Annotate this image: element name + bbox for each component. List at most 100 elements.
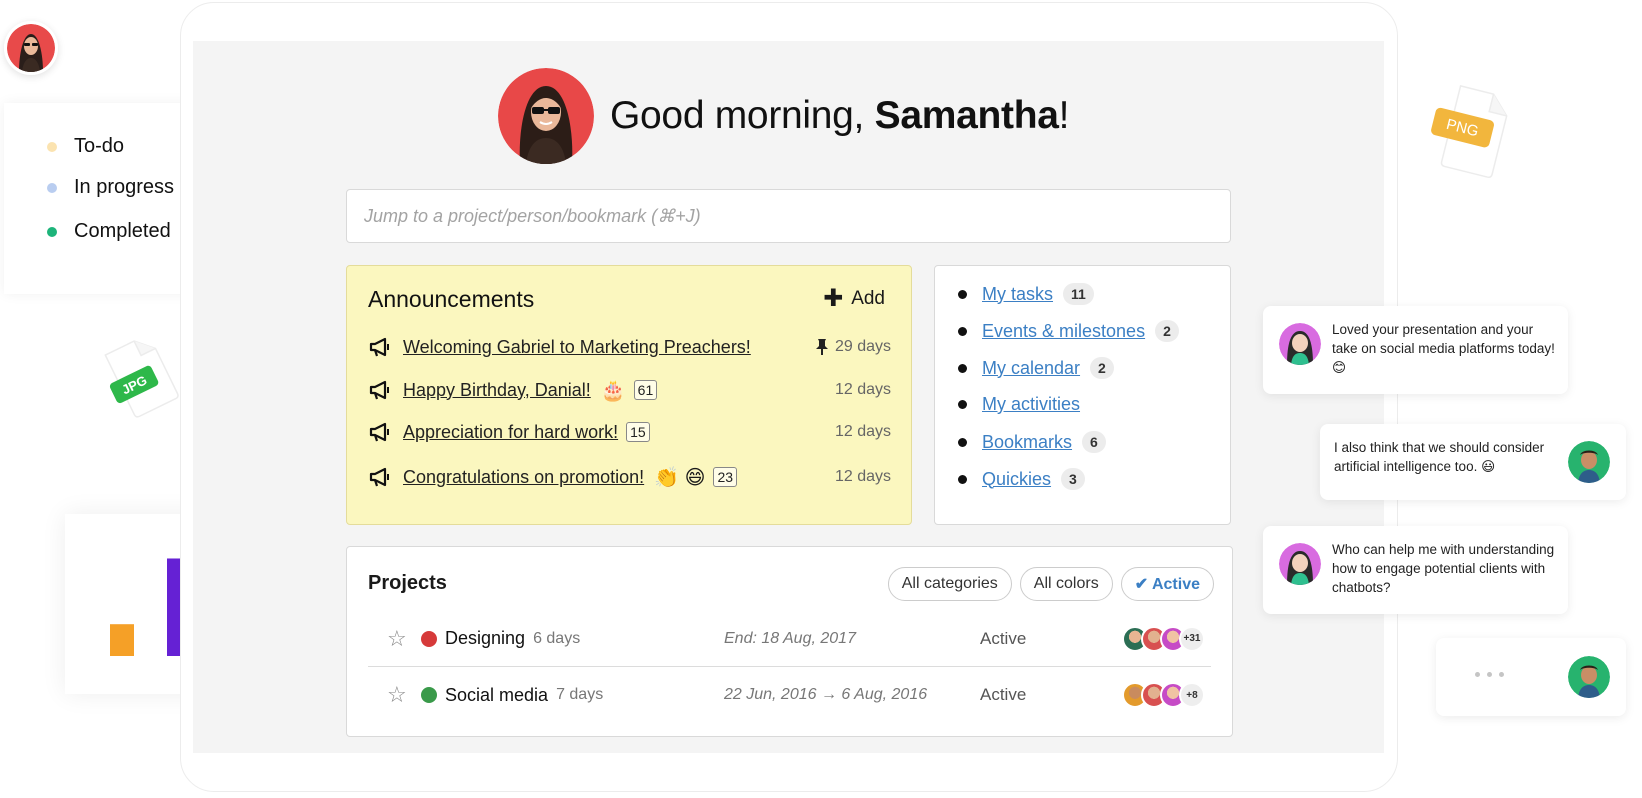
legend-dot-completed (47, 226, 57, 237)
count-badge: 2 (1090, 357, 1114, 379)
user-avatar-small (4, 21, 58, 75)
png-file-icon: PNG (1424, 76, 1520, 191)
chat-message: Loved your presentation and your take on… (1263, 306, 1568, 394)
announcement-age: 12 days (834, 423, 891, 440)
quick-link-calendar: My calendar 2 (958, 357, 1114, 379)
chat-avatar (1279, 323, 1321, 365)
jpg-file-icon: JPG (92, 328, 188, 429)
announcements-panel: Announcements ✚ Add Welcoming Gabriel to … (346, 265, 912, 525)
project-status: Active (980, 628, 1027, 648)
bullet-icon (958, 474, 967, 484)
legend-dot-in-progress (47, 182, 57, 193)
filter-all-categories[interactable]: All categories (887, 567, 1012, 601)
announcement-link[interactable]: Welcoming Gabriel to Marketing Preachers… (403, 337, 751, 358)
project-date: 22 Jun, 2016 → 6 Aug, 2016 (724, 686, 928, 703)
projects-panel: Projects All categories All colors ✔ Act… (346, 546, 1233, 737)
megaphone-icon (369, 380, 389, 400)
count-badge: 6 (1082, 431, 1106, 453)
my-activities-link[interactable]: My activities (982, 394, 1080, 415)
cake-emoji: 🎂 (600, 379, 626, 402)
announcement-row: Appreciation for hard work! 15 12 days (368, 417, 891, 447)
project-date: End: 18 Aug, 2017 (724, 629, 856, 647)
project-row[interactable]: ☆ Designing 6 days End: 18 Aug, 2017 Act… (368, 611, 1211, 667)
chat-message: I also think that we should consider art… (1320, 424, 1626, 500)
announcement-link[interactable]: Appreciation for hard work! (403, 422, 618, 443)
announcement-age: 12 days (834, 381, 891, 398)
project-filters: All categories All colors ✔ Active (887, 567, 1214, 601)
announcement-row: Happy Birthday, Danial! 🎂 61 12 days (368, 375, 891, 405)
member-avatars: +31 (1122, 625, 1205, 652)
bullet-icon (958, 326, 967, 336)
more-members-count[interactable]: +8 (1179, 682, 1205, 708)
member-avatars: +8 (1122, 682, 1205, 708)
project-color-dot (421, 687, 437, 703)
greeting-header: Good morning, Samantha! (498, 68, 1069, 164)
filter-active[interactable]: ✔ Active (1120, 567, 1214, 601)
announcement-row: Congratulations on promotion! 👏 😄 23 12 … (368, 462, 891, 492)
count-badge: 11 (1063, 283, 1094, 305)
legend-item-completed: Completed (47, 220, 171, 243)
my-calendar-link[interactable]: My calendar (982, 358, 1080, 379)
star-icon[interactable]: ☆ (387, 626, 409, 652)
star-icon[interactable]: ☆ (387, 682, 409, 708)
megaphone-icon (369, 467, 389, 487)
bullet-icon (958, 363, 967, 373)
clap-smile-emoji: 👏 😄 (654, 466, 706, 489)
projects-title: Projects (368, 572, 447, 594)
user-name: Samantha (874, 94, 1059, 137)
quick-link-activities: My activities (958, 394, 1080, 415)
project-color-dot (421, 630, 437, 647)
project-name[interactable]: Designing (445, 628, 525, 649)
announcement-link[interactable]: Happy Birthday, Danial! (403, 380, 591, 401)
chat-avatar (1568, 656, 1610, 698)
quick-link-bookmarks: Bookmarks 6 (958, 431, 1106, 453)
greeting-text: Good morning, Samantha! (610, 94, 1070, 137)
project-name[interactable]: Social media (445, 685, 548, 706)
chat-text: Loved your presentation and your take on… (1332, 322, 1555, 375)
filter-all-colors[interactable]: All colors (1019, 567, 1113, 601)
chat-avatar (1279, 543, 1321, 585)
bullet-icon (958, 289, 967, 299)
announcement-row: Welcoming Gabriel to Marketing Preachers… (368, 332, 891, 362)
check-icon: ✔ (1134, 576, 1152, 593)
chart-bar (110, 624, 134, 656)
legend-dot-todo (47, 141, 57, 152)
count-badge: 2 (1155, 320, 1179, 342)
announcements-title: Announcements (368, 286, 535, 312)
count-badge: 3 (1061, 468, 1085, 490)
comment-count-badge[interactable]: 61 (633, 380, 658, 400)
comment-count-badge[interactable]: 23 (713, 467, 738, 487)
jump-search-input[interactable] (346, 189, 1231, 243)
quick-link-my-tasks: My tasks 11 (958, 283, 1094, 305)
megaphone-icon (369, 337, 389, 357)
typing-indicator-bubble (1436, 638, 1626, 716)
bookmarks-link[interactable]: Bookmarks (982, 432, 1072, 453)
quick-link-events: Events & milestones 2 (958, 320, 1179, 342)
announcement-link[interactable]: Congratulations on promotion! (403, 467, 644, 488)
more-members-count[interactable]: +31 (1179, 625, 1205, 652)
megaphone-icon (369, 422, 389, 442)
bullet-icon (958, 400, 967, 409)
plus-icon: ✚ (823, 285, 844, 312)
my-tasks-link[interactable]: My tasks (982, 284, 1053, 305)
announcement-age: 29 days (815, 338, 891, 356)
quickies-link[interactable]: Quickies (982, 469, 1051, 490)
legend-item-in-progress: In progress (47, 176, 174, 199)
bullet-icon (958, 437, 967, 447)
comment-count-badge[interactable]: 15 (626, 422, 650, 442)
project-row[interactable]: ☆ Social media 7 days 22 Jun, 2016 → 6 A… (368, 667, 1211, 723)
quick-links-panel: My tasks 11 Events & milestones 2 My calen… (934, 265, 1231, 525)
chat-text: Who can help me with understanding how t… (1332, 542, 1555, 595)
add-announcement-button[interactable]: ✚ Add (823, 287, 885, 311)
pin-icon (815, 339, 828, 355)
project-status: Active (980, 685, 1027, 704)
quick-link-quickies: Quickies 3 (958, 468, 1085, 490)
typing-dots-icon (1475, 672, 1504, 677)
project-duration: 6 days (533, 629, 581, 647)
project-duration: 7 days (556, 686, 604, 703)
announcement-age: 12 days (834, 468, 891, 485)
user-avatar (498, 68, 594, 164)
chat-message: Who can help me with understanding how t… (1263, 526, 1568, 614)
legend-item-todo: To-do (47, 135, 124, 158)
events-milestones-link[interactable]: Events & milestones (982, 321, 1145, 342)
